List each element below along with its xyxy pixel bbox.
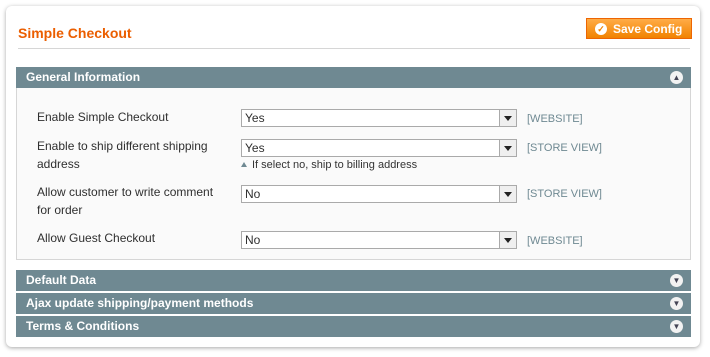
check-circle-icon: ✓ <box>595 22 607 35</box>
field-label-allow-guest-checkout: Allow Guest Checkout <box>37 231 156 245</box>
general-information-fieldset: Enable Simple Checkout Yes [WEBSITE] Ena… <box>16 88 691 260</box>
ship-different-address-select[interactable]: Yes <box>241 139 517 157</box>
select-value: No <box>245 187 261 201</box>
field-label-ship-different-address: Enable to ship different shipping addres… <box>37 139 208 171</box>
scope-label: [WEBSITE] <box>527 113 583 125</box>
field-label-allow-comment: Allow customer to write comment for orde… <box>37 185 214 217</box>
allow-guest-checkout-select[interactable]: No <box>241 231 517 249</box>
section-title: Ajax update shipping/payment methods <box>26 296 254 310</box>
field-note-text: If select no, ship to billing address <box>252 159 418 171</box>
dropdown-arrow-icon[interactable] <box>499 110 516 126</box>
select-value: Yes <box>245 141 265 155</box>
section-header-terms-conditions[interactable]: Terms & Conditions ▼ <box>16 316 691 337</box>
section-title: Default Data <box>26 273 97 287</box>
dropdown-arrow-icon[interactable] <box>499 140 516 156</box>
field-note: If select no, ship to billing address <box>241 159 417 171</box>
config-panel: Simple Checkout ✓ Save Config General In… <box>6 6 700 347</box>
enable-simple-checkout-select[interactable]: Yes <box>241 109 517 127</box>
section-header-ajax-update[interactable]: Ajax update shipping/payment methods ▼ <box>16 293 691 314</box>
expand-down-icon[interactable]: ▼ <box>670 274 683 287</box>
collapse-up-icon[interactable]: ▲ <box>670 71 683 84</box>
scope-label: [STORE VIEW] <box>527 188 602 200</box>
select-value: Yes <box>245 111 265 125</box>
scope-label: [STORE VIEW] <box>527 142 602 154</box>
select-value: No <box>245 233 261 247</box>
section-header-default-data[interactable]: Default Data ▼ <box>16 270 691 291</box>
scope-label: [WEBSITE] <box>527 235 583 247</box>
note-triangle-icon <box>241 162 247 167</box>
page-title: Simple Checkout <box>18 25 132 41</box>
save-config-label: Save Config <box>613 21 683 36</box>
field-label-enable-simple-checkout: Enable Simple Checkout <box>37 110 169 124</box>
section-title: Terms & Conditions <box>26 319 140 333</box>
expand-down-icon[interactable]: ▼ <box>670 320 683 333</box>
allow-comment-select[interactable]: No <box>241 185 517 203</box>
dropdown-arrow-icon[interactable] <box>499 186 516 202</box>
save-config-button[interactable]: ✓ Save Config <box>586 18 692 39</box>
section-title: General Information <box>26 70 141 84</box>
section-header-general-information[interactable]: General Information ▲ <box>16 67 691 88</box>
title-divider <box>18 48 690 49</box>
dropdown-arrow-icon[interactable] <box>499 232 516 248</box>
expand-down-icon[interactable]: ▼ <box>670 297 683 310</box>
